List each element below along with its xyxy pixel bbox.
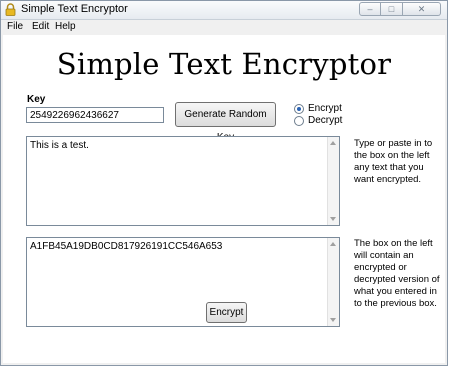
encrypt-radio-option[interactable]: Encrypt [294,103,342,114]
scroll-down-icon[interactable] [330,318,336,322]
decrypt-radio[interactable] [294,115,304,126]
key-label: Key [27,94,46,105]
output-hint: The box on the left will contain an encr… [354,238,440,309]
minimize-button[interactable]: – [359,2,381,16]
decrypt-radio-label: Decrypt [308,115,343,126]
output-text: A1FB45A19DB0CD817926191CC546A653 [30,241,223,252]
maximize-icon: □ [388,4,395,14]
lock-icon [5,3,16,16]
encrypt-radio[interactable] [294,103,304,114]
menu-help[interactable]: Help [55,21,76,32]
title-bar: Simple Text Encryptor – □ ✕ [1,1,447,20]
encrypt-button[interactable]: Encrypt [206,302,247,323]
page-title: Simple Text Encryptor [56,47,392,81]
output-scrollbar[interactable] [327,238,339,326]
scroll-up-icon[interactable] [330,141,336,145]
input-scrollbar[interactable] [327,137,339,225]
close-button[interactable]: ✕ [403,2,441,16]
close-icon: ✕ [417,4,426,14]
scroll-up-icon[interactable] [330,242,336,246]
minimize-icon: – [367,4,373,14]
output-textarea[interactable]: A1FB45A19DB0CD817926191CC546A653 [26,237,340,327]
scroll-down-icon[interactable] [330,217,336,221]
window-title: Simple Text Encryptor [21,3,128,15]
menu-bar: File Edit Help [1,20,447,34]
decrypt-radio-option[interactable]: Decrypt [294,115,342,126]
input-text: This is a test. [30,140,89,151]
input-hint: Type or paste in to the box on the left … [354,138,433,185]
menu-edit[interactable]: Edit [32,21,49,32]
app-window: Simple Text Encryptor – □ ✕ File Edit He… [0,0,448,366]
maximize-button[interactable]: □ [381,2,403,16]
input-textarea[interactable]: This is a test. [26,136,340,226]
generate-random-key-button[interactable]: Generate Random Key [175,102,276,143]
main-panel: Simple Text Encryptor Key Generate Rando… [3,35,445,363]
encrypt-radio-label: Encrypt [308,103,342,114]
key-input[interactable] [26,107,164,123]
menu-file[interactable]: File [7,21,23,32]
window-controls: – □ ✕ [359,2,441,17]
